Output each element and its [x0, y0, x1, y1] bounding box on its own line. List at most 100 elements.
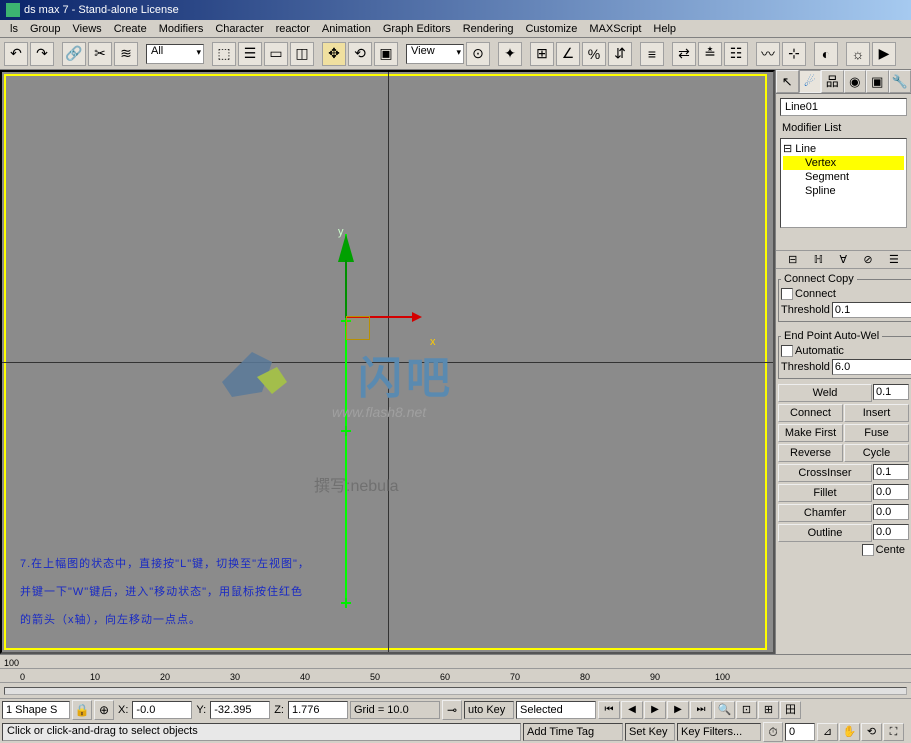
viewport-left[interactable]: x y 闪吧 www.flash8.net 撰写:nebula 7.在上幅图的状… — [0, 70, 775, 654]
stack-segment[interactable]: Segment — [783, 170, 904, 184]
named-selset-button[interactable]: ≡ — [640, 42, 664, 66]
object-name-field[interactable]: Line01 — [780, 98, 907, 116]
align-button[interactable]: ≛ — [698, 42, 722, 66]
fuse-button[interactable]: Fuse — [844, 424, 909, 442]
outline-value[interactable] — [873, 524, 909, 540]
goto-end-button[interactable]: ⏭ — [690, 701, 712, 719]
tab-utilities[interactable]: 🔧 — [889, 70, 911, 93]
reverse-button[interactable]: Reverse — [778, 444, 843, 462]
stack-spline[interactable]: Spline — [783, 184, 904, 198]
tab-hierarchy[interactable]: 品 — [821, 70, 844, 93]
tab-create[interactable]: ↖ — [776, 70, 799, 93]
fillet-value[interactable] — [873, 484, 909, 500]
crossinsert-button[interactable]: CrossInser — [778, 464, 872, 482]
chamfer-button[interactable]: Chamfer — [778, 504, 872, 522]
menu-reactor[interactable]: reactor — [270, 23, 316, 35]
connect-checkbox[interactable] — [781, 288, 793, 300]
center-checkbox[interactable] — [862, 544, 874, 556]
weld-value[interactable] — [873, 384, 909, 400]
menu-grapheditors[interactable]: Graph Editors — [377, 23, 457, 35]
time-slider-track[interactable] — [0, 683, 911, 699]
vertex-marker[interactable] — [341, 426, 351, 436]
select-by-name-button[interactable]: ☰ — [238, 42, 262, 66]
vertex-marker[interactable] — [341, 598, 351, 608]
arc-rotate-button[interactable]: ⟲ — [861, 723, 882, 741]
makefirst-button[interactable]: Make First — [778, 424, 843, 442]
tab-modify[interactable]: ☄ — [799, 70, 822, 93]
cycle-button[interactable]: Cycle — [844, 444, 909, 462]
pan-button[interactable]: ✋ — [839, 723, 860, 741]
add-time-tag[interactable]: Add Time Tag — [523, 723, 623, 741]
time-ruler-top[interactable]: 100 — [0, 655, 911, 669]
fillet-button[interactable]: Fillet — [778, 484, 872, 502]
chamfer-value[interactable] — [873, 504, 909, 520]
menu-group[interactable]: Group — [24, 23, 67, 35]
modifier-list-label[interactable]: Modifier List — [776, 120, 911, 136]
select-move-button[interactable]: ✥ — [322, 42, 346, 66]
automatic-checkbox[interactable] — [781, 345, 793, 357]
setkey-button[interactable]: Set Key — [625, 723, 675, 741]
play-button[interactable]: ▶ — [644, 701, 666, 719]
angle-snap-button[interactable]: ∠ — [556, 42, 580, 66]
y-field[interactable]: -32.395 — [210, 701, 270, 719]
prev-frame-button[interactable]: ◀ — [621, 701, 643, 719]
snap-toggle-button[interactable]: ⊞ — [530, 42, 554, 66]
outline-button[interactable]: Outline — [778, 524, 872, 542]
make-unique-icon[interactable]: ∀ — [839, 253, 847, 266]
fov-button[interactable]: ⊿ — [817, 723, 838, 741]
zoom-extents-button[interactable]: ⊞ — [758, 701, 779, 719]
insert-button[interactable]: Insert — [844, 404, 909, 422]
window-crossing-button[interactable]: ◫ — [290, 42, 314, 66]
menu-customize[interactable]: Customize — [519, 23, 583, 35]
schematic-view-button[interactable]: ⊹ — [782, 42, 806, 66]
link-button[interactable]: 🔗 — [62, 42, 86, 66]
undo-button[interactable]: ↶ — [4, 42, 28, 66]
spinner-snap-button[interactable]: ⇵ — [608, 42, 632, 66]
menu-rendering[interactable]: Rendering — [457, 23, 520, 35]
x-field[interactable]: -0.0 — [132, 701, 192, 719]
abs-rel-button[interactable]: ⊕ — [94, 700, 114, 720]
zoom-button[interactable]: 🔍 — [714, 701, 735, 719]
tab-motion[interactable]: ◉ — [844, 70, 867, 93]
menu-file[interactable]: ls — [4, 23, 24, 35]
key-filters-button[interactable]: Key Filters... — [677, 723, 761, 741]
threshold-field[interactable] — [832, 302, 911, 318]
weld-button[interactable]: Weld — [778, 384, 872, 402]
current-frame-field[interactable]: 0 — [785, 723, 815, 741]
zoom-all-button[interactable]: ⊡ — [736, 701, 757, 719]
select-manipulate-button[interactable]: ✦ — [498, 42, 522, 66]
configure-sets-icon[interactable]: ☰ — [889, 253, 899, 266]
zoom-extents-all-button[interactable]: 田 — [780, 701, 801, 719]
pin-stack-icon[interactable]: ⊟ — [788, 253, 797, 266]
maximize-viewport-button[interactable]: ⛶ — [883, 723, 904, 741]
stack-line[interactable]: ⊟ Line — [783, 141, 904, 156]
menu-animation[interactable]: Animation — [316, 23, 377, 35]
select-scale-button[interactable]: ▣ — [374, 42, 398, 66]
threshold2-field[interactable] — [832, 359, 911, 375]
show-result-icon[interactable]: ℍ — [814, 253, 823, 266]
crossinsert-value[interactable] — [873, 464, 909, 480]
menu-create[interactable]: Create — [108, 23, 153, 35]
layer-mgr-button[interactable]: ☷ — [724, 42, 748, 66]
curve-editor-button[interactable]: 〰 — [756, 42, 780, 66]
z-field[interactable]: 1.776 — [288, 701, 348, 719]
gizmo-y-arrow-icon[interactable] — [338, 234, 354, 262]
autokey-button[interactable]: uto Key — [464, 701, 514, 719]
menu-modifiers[interactable]: Modifiers — [153, 23, 210, 35]
select-region-rect-button[interactable]: ▭ — [264, 42, 288, 66]
key-icon[interactable]: ⊸ — [442, 700, 462, 720]
keymode-dropdown[interactable]: Selected — [516, 701, 596, 719]
gizmo-y-axis[interactable] — [345, 260, 347, 318]
time-config-button[interactable]: ⏱ — [763, 722, 783, 742]
redo-button[interactable]: ↷ — [30, 42, 54, 66]
bind-spacewarp-button[interactable]: ≋ — [114, 42, 138, 66]
menu-maxscript[interactable]: MAXScript — [583, 23, 647, 35]
select-rotate-button[interactable]: ⟲ — [348, 42, 372, 66]
gizmo-xy-plane[interactable] — [346, 316, 370, 340]
select-object-button[interactable]: ⬚ — [212, 42, 236, 66]
ref-coord-dropdown[interactable]: View — [406, 44, 464, 64]
next-frame-button[interactable]: ▶ — [667, 701, 689, 719]
unlink-button[interactable]: ✂ — [88, 42, 112, 66]
remove-mod-icon[interactable]: ⊘ — [863, 253, 872, 266]
menu-help[interactable]: Help — [647, 23, 682, 35]
